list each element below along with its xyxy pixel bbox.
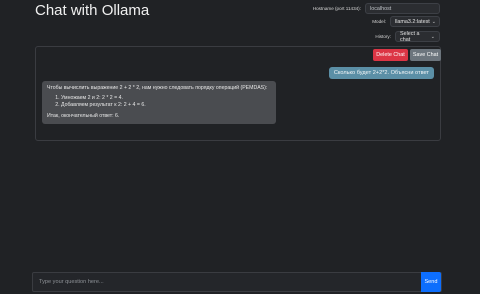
chevron-down-icon: ⌄ [430,33,435,40]
assistant-step: Добавляем результат к 2: 2 + 4 = 6. [61,102,271,109]
delete-chat-button[interactable]: Delete Chat [373,49,408,61]
assistant-message: Чтобы вычислить выражение 2 + 2 * 2, нам… [42,81,276,124]
chevron-down-icon: ⌄ [431,18,436,25]
model-row: Model: llama3.2:latest ⌄ [372,16,440,27]
assistant-intro: Чтобы вычислить выражение 2 + 2 * 2, нам… [47,85,268,91]
user-message: Сколько будет 2+2*2. Объясни ответ [328,67,434,79]
history-selected-value: Select a chat [400,30,420,43]
hostname-row: Hostname (port 11434): localhost [313,3,440,14]
model-label: Model: [372,19,386,24]
model-selected-value: llama3.2:latest [395,18,430,25]
send-button[interactable]: Send [421,272,441,292]
model-select[interactable]: llama3.2:latest ⌄ [390,16,440,27]
question-bar: Send [32,272,442,292]
hostname-input[interactable]: localhost [365,3,440,14]
app-page: Chat with Ollama Hostname (port 11434): … [0,0,480,294]
assistant-steps-list: Умножаем 2 и 2: 2 * 2 = 4. Добавляем рез… [47,95,271,109]
hostname-label: Hostname (port 11434): [312,6,361,11]
page-title: Chat with Ollama [35,2,150,19]
assistant-step: Умножаем 2 и 2: 2 * 2 = 4. [61,95,271,102]
assistant-conclusion: Итак, окончательный ответ: 6. [47,113,120,119]
history-label: History: [375,34,391,39]
history-row: History: Select a chat ⌄ [375,30,440,43]
save-chat-button[interactable]: Save Chat [410,49,441,61]
question-input[interactable] [33,273,421,291]
hostname-placeholder: localhost [370,5,392,12]
chat-panel: Delete Chat Save Chat Сколько будет 2+2*… [35,46,441,141]
history-select[interactable]: Select a chat ⌄ [395,30,440,43]
